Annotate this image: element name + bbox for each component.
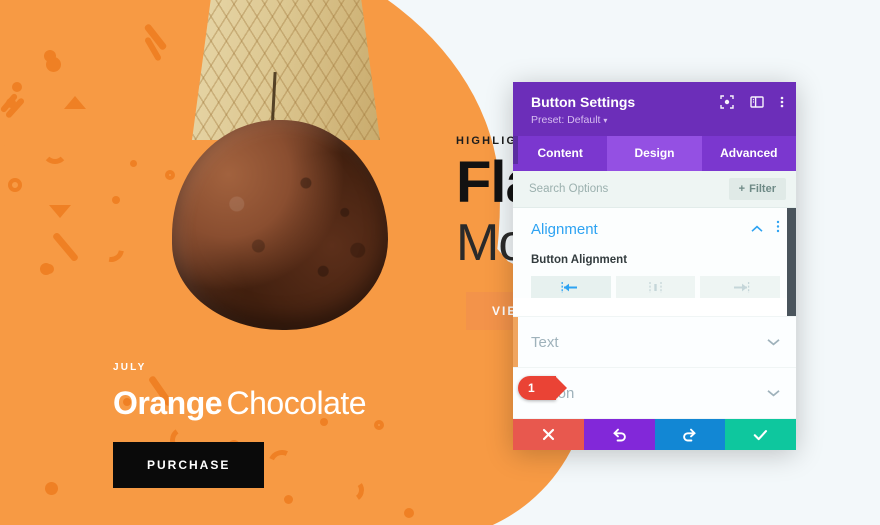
filter-button-label: Filter <box>749 183 776 195</box>
button-alignment-label: Button Alignment <box>531 254 628 266</box>
promo-block: JULY Orange Chocolate PURCHASE <box>113 362 367 488</box>
tab-advanced[interactable]: Advanced <box>702 136 796 171</box>
confetti-dot <box>112 196 120 204</box>
confetti-dot <box>130 160 137 167</box>
align-right-option[interactable] <box>700 276 781 298</box>
kebab-menu-icon[interactable] <box>776 220 780 238</box>
alignment-section-header[interactable]: Alignment <box>531 220 780 238</box>
modal-header-icons <box>720 95 784 109</box>
confetti-dot <box>404 508 414 518</box>
alignment-section-actions <box>751 220 780 238</box>
alignment-section: Alignment Button Alignment <box>513 208 796 298</box>
button-settings-modal[interactable]: Button Settings Preset: Default ▾ Conten… <box>513 82 796 450</box>
align-left-option[interactable] <box>531 276 611 298</box>
modal-footer <box>513 419 796 450</box>
search-input[interactable]: Search Options <box>529 183 608 195</box>
confetti-dot <box>44 264 54 274</box>
confetti-ring <box>374 420 384 430</box>
filter-button[interactable]: + Filter <box>728 178 786 200</box>
section-row-spacing[interactable]: Spacing <box>513 418 796 419</box>
promo-month-label: JULY <box>113 362 147 373</box>
redo-button[interactable] <box>654 419 726 450</box>
align-center-option[interactable] <box>615 276 696 298</box>
layout-panel-icon[interactable] <box>750 95 764 109</box>
section-label: Text <box>531 333 559 351</box>
button-alignment-control <box>531 276 781 298</box>
collapsed-sections: Text Button Spacin <box>513 316 796 419</box>
confetti-dot <box>284 495 293 504</box>
modal-tabs: Content Design Advanced <box>513 136 796 171</box>
confetti-ring <box>165 170 175 180</box>
waffle-cone <box>192 0 380 140</box>
cancel-button[interactable] <box>513 419 584 450</box>
step-badge-1: 1 <box>518 376 567 400</box>
modal-header: Button Settings Preset: Default ▾ <box>513 82 796 136</box>
chevron-up-icon[interactable] <box>751 220 763 238</box>
confetti-dot <box>44 50 56 62</box>
chevron-down-icon <box>767 384 780 402</box>
screen: HIGHLIGHT Fla Mo VIEW JULY Orange Chocol… <box>0 0 880 525</box>
confetti-arc <box>42 138 68 164</box>
confetti-triangle <box>64 96 86 109</box>
purchase-button[interactable]: PURCHASE <box>113 442 265 488</box>
plus-icon: + <box>738 183 746 195</box>
undo-button[interactable] <box>583 419 655 450</box>
confetti-dot <box>45 482 58 495</box>
tab-content[interactable]: Content <box>513 136 607 171</box>
promo-title-light: Chocolate <box>226 385 367 421</box>
chocolate-scoop <box>172 120 388 330</box>
chevron-down-icon <box>767 333 780 351</box>
modal-preset-selector[interactable]: Preset: Default ▾ <box>531 114 782 126</box>
confetti-ring <box>8 178 22 192</box>
preset-label: Preset: Default <box>531 114 601 126</box>
settings-scroll-area: Alignment Button Alignment Text 1 <box>513 208 796 419</box>
chevron-down-icon: ▾ <box>603 116 608 125</box>
section-row-text[interactable]: Text <box>513 316 796 367</box>
promo-title-bold: Orange <box>113 385 223 421</box>
confetti-dot <box>12 82 22 92</box>
promo-title: Orange Chocolate <box>113 385 367 422</box>
focus-target-icon[interactable] <box>720 95 734 109</box>
alignment-section-title: Alignment <box>531 220 598 238</box>
save-button[interactable] <box>725 419 796 450</box>
kebab-menu-icon[interactable] <box>780 95 784 109</box>
tab-design[interactable]: Design <box>607 136 702 171</box>
ice-cream-cone-image <box>172 0 420 330</box>
search-options-bar: Search Options + Filter <box>513 171 796 208</box>
confetti-triangle <box>49 205 71 218</box>
